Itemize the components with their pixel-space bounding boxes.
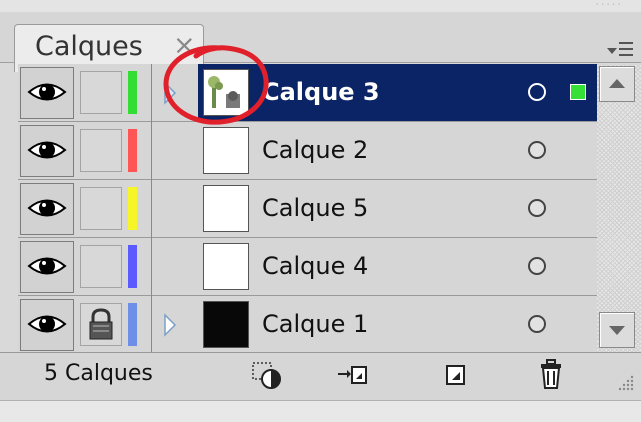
tab-label: Calques bbox=[35, 31, 143, 62]
layer-thumbnail bbox=[203, 243, 249, 290]
panel-bottom-edge bbox=[0, 400, 641, 422]
eye-icon bbox=[27, 199, 67, 217]
layer-thumbnail bbox=[203, 185, 249, 232]
column-divider bbox=[151, 64, 152, 352]
collapse-grip-icon[interactable]: ⋅⋅⋅⋅⋅ bbox=[596, 0, 623, 10]
trash-icon bbox=[541, 359, 561, 389]
visibility-toggle[interactable] bbox=[20, 183, 74, 235]
eye-icon bbox=[27, 83, 67, 101]
layer-name[interactable]: Calque 5 bbox=[262, 194, 368, 222]
layers-list: Calque 3 Calque 2 Calque 5 Calque 4 Calq… bbox=[18, 64, 597, 354]
layer-thumbnail bbox=[203, 301, 249, 348]
layer-color-strip bbox=[128, 187, 137, 230]
create-sublayer-button[interactable] bbox=[334, 357, 370, 393]
new-layer-button[interactable] bbox=[437, 357, 473, 393]
expand-arrow-icon[interactable] bbox=[163, 313, 177, 337]
layer-row[interactable]: Calque 1 bbox=[18, 296, 597, 354]
arrow-down-icon bbox=[609, 326, 625, 335]
eye-icon bbox=[27, 257, 67, 275]
visibility-toggle[interactable] bbox=[20, 299, 74, 351]
lock-toggle[interactable] bbox=[80, 303, 122, 346]
panel-footer: 5 Calques bbox=[0, 352, 641, 401]
layer-color-strip bbox=[128, 71, 137, 114]
layer-color-strip bbox=[128, 245, 137, 288]
visibility-toggle[interactable] bbox=[20, 241, 74, 293]
layer-name[interactable]: Calque 4 bbox=[262, 252, 368, 280]
layers-panel: ⋅⋅⋅⋅⋅ Calques × Calque 3 Calque 2 Calque… bbox=[0, 0, 641, 422]
resize-grip-icon[interactable] bbox=[615, 372, 635, 392]
layer-color-strip bbox=[128, 129, 137, 172]
lock-toggle[interactable] bbox=[80, 187, 122, 230]
tab-bar: Calques × bbox=[0, 12, 641, 72]
target-circle-icon[interactable] bbox=[528, 83, 546, 101]
scroll-up-button[interactable] bbox=[599, 66, 635, 102]
layer-row[interactable]: Calque 2 bbox=[18, 122, 597, 180]
create-sublayer-icon bbox=[338, 366, 367, 384]
new-layer-icon bbox=[446, 365, 465, 385]
layer-color-strip bbox=[128, 303, 137, 346]
layer-name[interactable]: Calque 2 bbox=[262, 136, 368, 164]
eye-icon bbox=[27, 141, 67, 159]
layer-name[interactable]: Calque 3 bbox=[262, 78, 380, 106]
visibility-toggle[interactable] bbox=[20, 125, 74, 177]
target-circle-icon[interactable] bbox=[528, 257, 546, 275]
lock-toggle[interactable] bbox=[80, 245, 122, 288]
target-circle-icon[interactable] bbox=[528, 199, 546, 217]
panel-top-strip: ⋅⋅⋅⋅⋅ bbox=[0, 0, 641, 12]
panel-menu-icon[interactable] bbox=[607, 34, 635, 60]
make-clipping-mask-icon bbox=[252, 362, 281, 389]
visibility-toggle[interactable] bbox=[20, 67, 74, 119]
lock-toggle[interactable] bbox=[80, 129, 122, 172]
scroll-down-button[interactable] bbox=[599, 312, 635, 348]
layer-count: 5 Calques bbox=[44, 361, 153, 386]
make-clipping-mask-button[interactable] bbox=[249, 357, 285, 393]
vertical-scrollbar[interactable] bbox=[597, 64, 641, 352]
red-annotation-circle bbox=[163, 45, 269, 125]
selection-indicator[interactable] bbox=[570, 84, 586, 100]
layer-row[interactable]: Calque 3 bbox=[18, 64, 597, 122]
lock-toggle[interactable] bbox=[80, 71, 122, 114]
target-circle-icon[interactable] bbox=[528, 141, 546, 159]
target-circle-icon[interactable] bbox=[528, 315, 546, 333]
delete-layer-button[interactable] bbox=[533, 357, 569, 393]
layer-name[interactable]: Calque 1 bbox=[262, 310, 368, 338]
layer-thumbnail bbox=[203, 127, 249, 174]
layer-row[interactable]: Calque 5 bbox=[18, 180, 597, 238]
layer-row[interactable]: Calque 4 bbox=[18, 238, 597, 296]
eye-icon bbox=[27, 315, 67, 333]
lock-icon bbox=[89, 308, 113, 340]
arrow-up-icon bbox=[609, 79, 625, 88]
